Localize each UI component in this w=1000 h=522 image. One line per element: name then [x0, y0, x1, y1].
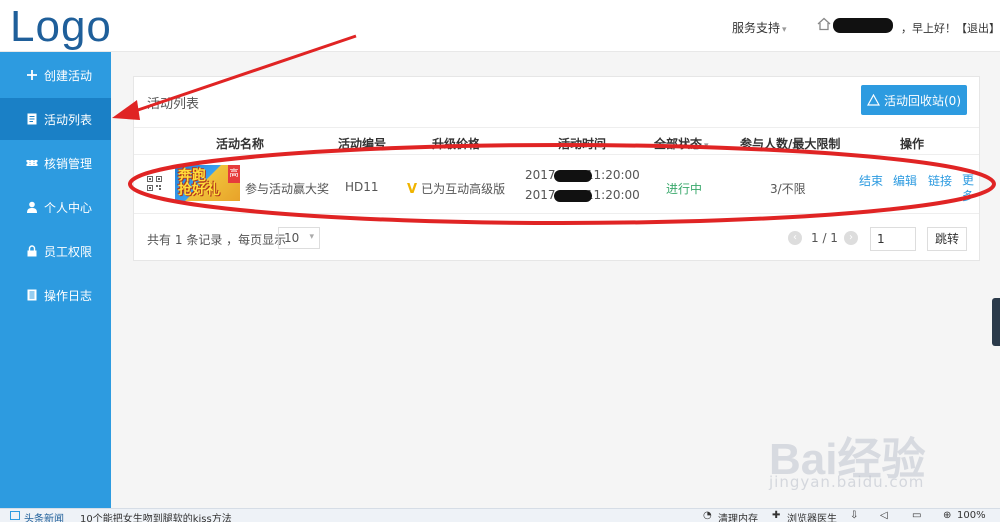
upgrade-status: V 已为互动高级版	[407, 180, 505, 197]
watermark: Bai经验 jingyan.baidu.com	[769, 413, 979, 503]
zoom-icon[interactable]: ⊕	[943, 510, 951, 521]
column-header-participants: 参与人数/最大限制	[740, 137, 841, 151]
table-header: 活动名称 活动编号 升级价格 活动时间 全部状态 ▾ 参与人数/最大限制 操作	[134, 127, 979, 155]
sidebar-item-staff-permissions[interactable]: 员工权限	[0, 230, 111, 272]
qrcode-icon[interactable]	[147, 176, 162, 191]
prev-page-button[interactable]: ‹	[788, 231, 802, 245]
page-size-value: 10	[284, 231, 300, 245]
news-icon	[10, 511, 20, 520]
sidebar: 创建活动 活动列表 核销管理 个人中心 员工权限 操作日志	[0, 52, 111, 508]
browser-doctor-button[interactable]: 浏览器医生	[787, 510, 837, 522]
page-number-input[interactable]: 1	[870, 227, 916, 251]
logo[interactable]: Logo	[10, 2, 112, 52]
recycle-bin-label: 活动回收站(0)	[884, 93, 961, 108]
activity-thumbnail[interactable]: 奔跑 抢好礼 高	[175, 165, 240, 201]
sidebar-item-create[interactable]: 创建活动	[0, 54, 111, 96]
activity-list-panel: 活动列表 活动回收站(0) 活动名称 活动编号 升级价格 活动时间 全部状态 ▾ …	[133, 76, 980, 261]
service-support-label: 服务支持	[732, 21, 781, 35]
sidebar-item-operation-log[interactable]: 操作日志	[0, 274, 111, 316]
column-header-code: 活动编号	[338, 137, 387, 151]
redacted-username	[833, 18, 893, 33]
vip-icon: V	[407, 182, 418, 197]
news-label[interactable]: 头条新闻	[24, 510, 64, 522]
status-badge: 进行中	[666, 182, 703, 196]
volume-icon[interactable]: ◁	[880, 510, 888, 521]
home-icon[interactable]	[817, 17, 831, 31]
sidebar-item-label: 创建活动	[44, 68, 93, 83]
end-link[interactable]: 结束	[859, 172, 883, 189]
news-headline[interactable]: 10个能把女生吻到腿软的kiss方法	[80, 510, 232, 522]
redacted-end-date	[554, 190, 592, 202]
download-icon[interactable]: ⇩	[850, 510, 858, 521]
status-filter-dropdown[interactable]: 全部状态 ▾	[654, 135, 709, 152]
sidebar-item-activity-list[interactable]: 活动列表	[0, 98, 111, 140]
sidebar-item-label: 员工权限	[44, 244, 93, 259]
column-header-upgrade: 升级价格	[432, 137, 481, 151]
participants: 3/不限	[770, 182, 806, 196]
browser-doctor-icon: ✚	[772, 510, 781, 521]
clean-memory-button[interactable]: 清理内存	[718, 510, 758, 522]
pagination-bar: 共有 1 条记录 ，每页显示 10 ▾ ‹ 1 / 1 › 1 跳转	[134, 223, 979, 253]
recycle-icon	[867, 94, 880, 106]
redacted-start-date	[554, 170, 592, 182]
chevron-down-icon: ▾	[704, 141, 709, 151]
log-icon	[26, 289, 38, 301]
sidebar-item-label: 核销管理	[44, 156, 93, 171]
column-header-name: 活动名称	[216, 137, 265, 151]
top-bar: Logo 服务支持 ▾ ，早上好！【退出】	[0, 0, 1000, 52]
sidebar-item-label: 活动列表	[44, 112, 93, 127]
thumbnail-text: 奔跑 抢好礼	[178, 168, 220, 198]
activity-code: HD11	[345, 180, 379, 194]
table-row: 奔跑 抢好礼 高 参与活动赢大奖 HD11 V 已为互动高级版 2017- 11:20…	[134, 156, 979, 214]
chevron-down-icon: ▾	[309, 232, 314, 242]
lock-icon	[26, 245, 38, 257]
recycle-bin-button[interactable]: 活动回收站(0)	[861, 85, 967, 115]
jump-button[interactable]: 跳转	[927, 227, 967, 251]
link-link[interactable]: 链接	[928, 172, 952, 189]
column-header-status: 全部状态	[654, 137, 703, 151]
total-records: 共有 1 条记录 ，每页显示	[147, 233, 287, 247]
window-icon[interactable]: ▭	[912, 510, 921, 521]
greeting-logout[interactable]: ，早上好！【退出】	[901, 20, 1000, 36]
panel-title: 活动列表	[147, 97, 200, 112]
activity-name: 参与活动赢大奖	[245, 182, 330, 196]
watermark-url: jingyan.baidu.com	[769, 473, 925, 491]
page-size-select[interactable]: 10 ▾	[278, 227, 320, 249]
next-page-button[interactable]: ›	[844, 231, 858, 245]
browser-status-bar: 头条新闻 10个能把女生吻到腿软的kiss方法 ◔ 清理内存 ✚ 浏览器医生 ⇩…	[0, 508, 1000, 522]
list-icon	[26, 113, 38, 125]
user-icon	[26, 201, 38, 213]
sidebar-item-verification[interactable]: 核销管理	[0, 142, 111, 184]
sidebar-item-personal[interactable]: 个人中心	[0, 186, 111, 228]
thumbnail-tag: 高	[228, 165, 240, 183]
column-header-time: 活动时间	[558, 137, 607, 151]
clean-memory-icon: ◔	[703, 510, 712, 521]
service-support-menu[interactable]: 服务支持 ▾	[732, 19, 787, 36]
edit-link[interactable]: 编辑	[893, 172, 917, 189]
column-header-actions: 操作	[900, 137, 925, 151]
side-floating-widget[interactable]	[992, 298, 1000, 346]
sidebar-item-label: 个人中心	[44, 200, 93, 215]
upgrade-label: 已为互动高级版	[421, 182, 506, 196]
more-link[interactable]: 更多	[962, 172, 976, 204]
ticket-icon	[26, 157, 38, 169]
sidebar-item-label: 操作日志	[44, 288, 93, 303]
chevron-down-icon: ▾	[782, 25, 787, 35]
zoom-level[interactable]: 100%	[957, 510, 986, 521]
plus-icon	[26, 69, 38, 81]
page-info: 1 / 1	[811, 231, 838, 245]
